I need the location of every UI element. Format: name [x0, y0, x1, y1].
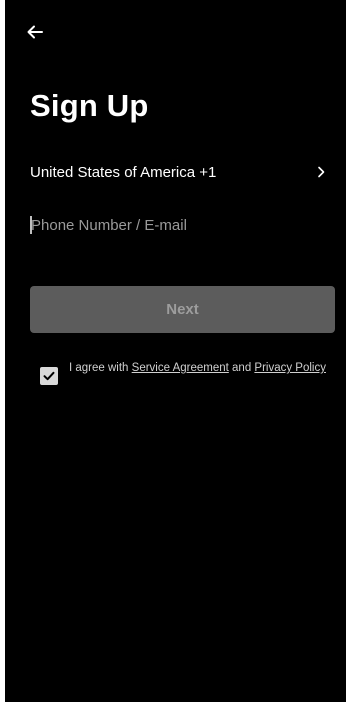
- service-agreement-link[interactable]: Service Agreement: [132, 362, 229, 374]
- agreement-text: I agree with Service Agreement and Priva…: [69, 362, 326, 375]
- country-selector[interactable]: United States of America +1: [30, 158, 328, 186]
- agreement-and: and: [228, 362, 255, 374]
- arrow-left-icon: [27, 25, 43, 39]
- agreement-checkbox[interactable]: [40, 367, 58, 385]
- privacy-policy-link[interactable]: Privacy Policy: [254, 362, 326, 374]
- chevron-right-icon: [318, 166, 325, 178]
- agreement-row: I agree with Service Agreement and Priva…: [40, 362, 330, 385]
- page-title: Sign Up: [30, 88, 149, 123]
- text-caret: [30, 216, 32, 234]
- country-label: United States of America +1: [30, 163, 217, 181]
- back-button[interactable]: [23, 20, 47, 44]
- agreement-prefix: I agree with: [69, 362, 132, 374]
- next-button[interactable]: Next: [30, 286, 335, 333]
- check-icon: [43, 371, 55, 381]
- phone-email-input[interactable]: [29, 210, 337, 240]
- signup-screen: Sign Up United States of America +1 Next…: [5, 0, 346, 702]
- phone-email-field-wrapper: [29, 210, 337, 240]
